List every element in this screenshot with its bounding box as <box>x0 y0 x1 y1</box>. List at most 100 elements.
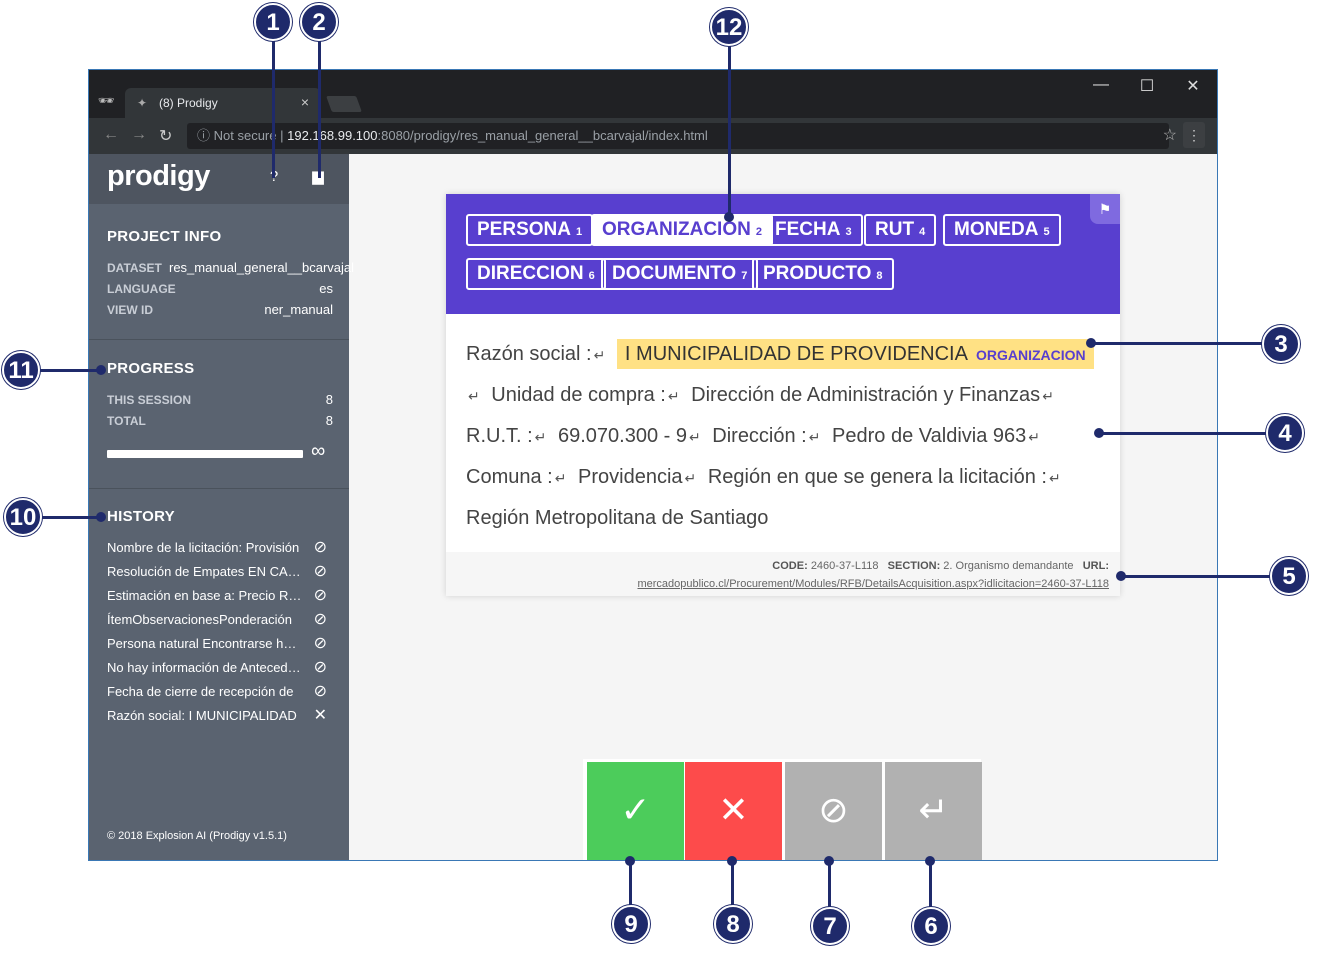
callout-badge-9: 9 <box>612 905 650 943</box>
progress-section: PROGRESS THIS SESSION 8 TOTAL 8 <box>89 340 349 488</box>
divider <box>89 488 349 489</box>
ignore-icon: ⊘ <box>313 659 327 676</box>
callout-dot <box>824 856 834 866</box>
callout-dot <box>727 856 737 866</box>
callout-line <box>272 38 275 178</box>
sidebar-header: prodigy ? ▆ <box>89 154 349 204</box>
reject-icon: ✕ <box>313 707 327 724</box>
accept-button[interactable]: ✓ <box>587 762 684 860</box>
history-item[interactable]: Persona natural Encontrarse hábil ⊘ <box>107 632 333 656</box>
reject-button[interactable]: ✕ <box>685 762 782 860</box>
back-icon[interactable]: ← <box>103 126 119 144</box>
label-moneda[interactable]: MONEDA 5 <box>943 214 1061 246</box>
tab-title: (8) Prodigy <box>159 96 218 110</box>
browser-menu-icon[interactable]: ⋮ <box>1183 122 1205 148</box>
project-info-section: PROJECT INFO DATASET res_manual_general_… <box>89 204 354 340</box>
ignore-icon: ⊘ <box>313 563 327 580</box>
annotated-screenshot: 🕶 ✦ (8) Prodigy × — ☐ ✕ ← → ↻ ⓘ Not secu… <box>0 0 1326 956</box>
callout-line <box>929 862 932 908</box>
history-item[interactable]: Razón social: I MUNICIPALIDAD ✕ <box>107 704 333 728</box>
label-organizacion[interactable]: ORGANIZACION 2 <box>591 214 773 246</box>
label-rut[interactable]: RUT 4 <box>864 214 937 246</box>
history-item[interactable]: ÍtemObservacionesPonderación ⊘ <box>107 608 333 632</box>
callout-badge-2: 2 <box>300 3 338 41</box>
view-id-key: VIEW ID <box>107 303 154 317</box>
flag-icon[interactable]: ⚑ <box>1090 194 1120 224</box>
session-key: THIS SESSION <box>107 393 192 407</box>
callout-line <box>42 516 102 519</box>
ignore-icon: ⊘ <box>313 539 327 556</box>
incognito-icon: 🕶 <box>97 93 115 108</box>
browser-tab[interactable]: ✦ (8) Prodigy × <box>125 88 321 118</box>
session-value: 8 <box>325 392 333 407</box>
url-security: Not secure <box>213 128 277 143</box>
callout-dot <box>96 512 106 522</box>
browser-window: 🕶 ✦ (8) Prodigy × — ☐ ✕ ← → ↻ ⓘ Not secu… <box>88 69 1218 861</box>
history-item[interactable]: Fecha de cierre de recepción de ⊘ <box>107 680 333 704</box>
annotation-card: ⚑ PERSONA 1 ORGANIZACION 2 FECHA 3 RUT 4 MON… <box>446 194 1120 596</box>
history-item-text: Nombre de la licitación: Provisión <box>107 540 300 555</box>
history-item-text: Fecha de cierre de recepción de <box>107 684 294 699</box>
callout-dot <box>625 856 635 866</box>
callout-badge-1: 1 <box>254 3 292 41</box>
ignore-icon: ⊘ <box>313 587 327 604</box>
favicon-icon: ✦ <box>137 96 148 110</box>
callout-line <box>1090 342 1262 345</box>
callout-line <box>731 862 734 906</box>
address-bar: ← → ↻ ⓘ Not secure | 192.168.99.100:8080… <box>89 118 1217 154</box>
view-id-row: VIEW ID ner_manual <box>107 301 333 319</box>
history-heading: HISTORY <box>107 508 175 525</box>
history-item-text: ÍtemObservacionesPonderación <box>107 612 292 627</box>
label-bar: ⚑ PERSONA 1 ORGANIZACION 2 FECHA 3 RUT 4 MON… <box>446 194 1120 314</box>
callout-badge-8: 8 <box>714 905 752 943</box>
bookmark-star-icon[interactable]: ☆ <box>1163 125 1177 145</box>
new-tab-button[interactable] <box>326 96 362 112</box>
close-window-button[interactable]: ✕ <box>1178 76 1208 96</box>
callout-dot <box>724 212 734 222</box>
annotation-text[interactable]: Razón social : ↵ I MUNICIPALIDAD DE PROVI… <box>466 334 1106 538</box>
prodigy-logo: prodigy <box>107 160 210 192</box>
ignore-button[interactable]: ⊘ <box>785 762 882 860</box>
task-meta: CODE: 2460-37-L118 SECTION: 2. Organismo… <box>446 552 1120 596</box>
callout-dot <box>1094 428 1104 438</box>
session-row: THIS SESSION 8 <box>107 391 333 409</box>
undo-button[interactable]: ↵ <box>885 762 982 860</box>
progress-heading: PROGRESS <box>107 360 195 377</box>
callout-line <box>728 46 731 216</box>
view-id-value: ner_manual <box>264 302 333 317</box>
history-item[interactable]: No hay información de Antecedentes ⊘ <box>107 656 333 680</box>
minimize-button[interactable]: — <box>1086 76 1116 94</box>
entity-label: ORGANIZACION <box>975 347 1086 363</box>
history-item[interactable]: Nombre de la licitación: Provisión ⊘ <box>107 536 333 560</box>
callout-line <box>629 862 632 906</box>
footer-credit: © 2018 Explosion AI (Prodigy v1.5.1) <box>107 830 287 842</box>
language-row: LANGUAGE es <box>107 280 333 298</box>
label-documento[interactable]: DOCUMENTO 7 <box>601 258 759 290</box>
meta-url-link[interactable]: mercadopublico.cl/Procurement/Modules/RF… <box>637 578 1109 590</box>
callout-dot <box>925 856 935 866</box>
dataset-row: DATASET res_manual_general__bcarvajal <box>107 259 354 277</box>
history-item-text: Razón social: I MUNICIPALIDAD <box>107 708 297 723</box>
url-input[interactable]: ⓘ Not secure | 192.168.99.100:8080/prodi… <box>187 123 1169 149</box>
history-item[interactable]: Resolución de Empates EN CASO DE ⊘ <box>107 560 333 584</box>
entity-span[interactable]: I MUNICIPALIDAD DE PROVIDENCIA ORGANIZACI… <box>616 339 1094 369</box>
callout-badge-4: 4 <box>1266 414 1304 452</box>
reload-icon[interactable]: ↻ <box>159 126 172 146</box>
forward-icon[interactable]: → <box>131 126 147 144</box>
infinity-icon: ∞ <box>311 440 326 462</box>
tab-close-icon[interactable]: × <box>301 94 309 110</box>
callout-dot <box>1086 338 1096 348</box>
label-direccion[interactable]: DIRECCION 6 <box>466 258 606 290</box>
callout-badge-3: 3 <box>1262 325 1300 363</box>
history-item-text: Persona natural Encontrarse hábil <box>107 636 303 651</box>
callout-badge-6: 6 <box>912 907 950 945</box>
callout-badge-12: 12 <box>710 8 748 46</box>
history-item[interactable]: Estimación en base a: Precio Referencial… <box>107 584 333 608</box>
maximize-button[interactable]: ☐ <box>1132 76 1162 96</box>
label-persona[interactable]: PERSONA 1 <box>466 214 594 246</box>
label-producto[interactable]: PRODUCTO 8 <box>752 258 894 290</box>
label-fecha[interactable]: FECHA 3 <box>764 214 863 246</box>
history-item-text: No hay información de Antecedentes <box>107 660 303 675</box>
ignore-icon: ⊘ <box>313 611 327 628</box>
url-path: :8080/prodigy/res_manual_general__bcarva… <box>377 128 708 143</box>
